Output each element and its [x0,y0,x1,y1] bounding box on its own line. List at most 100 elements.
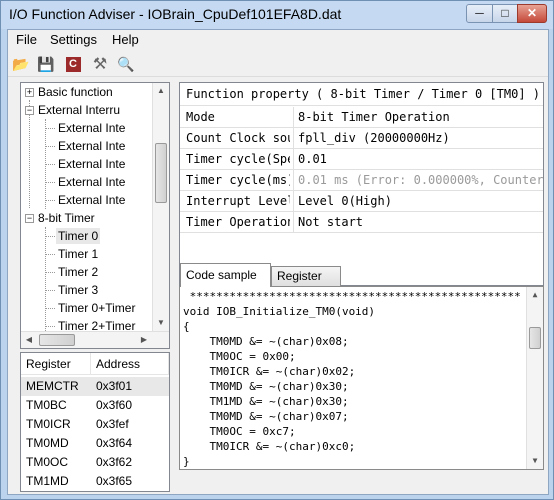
collapse-toggle-icon[interactable]: − [25,214,34,223]
save-disk-icon[interactable]: 💾 [36,54,56,74]
register-address: 0x3f60 [96,398,133,412]
maximize-button[interactable]: □ [492,4,518,23]
property-name: Interrupt Level [186,194,290,208]
tree-item-timer-0[interactable]: Timer 0 [56,228,101,244]
table-row[interactable]: TM0BC 0x3f60 [21,396,169,415]
column-divider [293,107,294,128]
minimize-button[interactable]: ─ [466,4,493,23]
menu-file[interactable]: File [16,32,37,47]
scroll-down-arrow-icon[interactable]: ▼ [527,453,543,469]
tree-item-external-int-2[interactable]: External Inte [58,156,125,172]
scroll-thumb[interactable] [39,334,75,346]
table-row[interactable]: TM0MD 0x3f64 [21,434,169,453]
scroll-down-arrow-icon[interactable]: ▼ [153,315,169,331]
code-line: } [183,455,190,468]
tree-item-external-int-3[interactable]: External Inte [58,174,125,190]
scroll-up-arrow-icon[interactable]: ▲ [153,83,169,99]
tree-item-external-int-0[interactable]: External Inte [58,120,125,136]
register-address: 0x3f01 [96,379,133,393]
collapse-toggle-icon[interactable]: − [25,106,34,115]
scroll-left-arrow-icon[interactable]: ◀ [21,332,37,348]
menu-bar: File Settings Help [8,30,548,50]
tree-guide [45,272,55,273]
property-value[interactable]: Level 0(High) [298,191,543,211]
scroll-up-arrow-icon[interactable]: ▲ [527,287,543,303]
register-address: 0x3fef [96,417,129,431]
function-tree[interactable]: + Basic function − External Interru Exte… [20,82,170,349]
tree-item-timer-1[interactable]: Timer 1 [58,246,98,262]
tree-guide [45,290,55,291]
register-list[interactable]: Register Address MEMCTR 0x3f01 TM0BC 0x3… [20,352,170,492]
table-row[interactable]: TM0ICR 0x3fef [21,415,169,434]
property-row-timer-cycle-spec[interactable]: Timer cycle(Spe 0.01 [180,149,543,170]
tree-horizontal-scrollbar[interactable]: ◀ ▶ [21,331,169,348]
code-line: TM0ICR &= ~(char)0x02; [183,365,356,378]
c-source-icon[interactable]: C [63,54,83,74]
tree-vertical-scrollbar[interactable]: ▲ ▼ [152,83,169,331]
property-name: Mode [186,110,215,124]
tree-item-external-int-1[interactable]: External Inte [58,138,125,154]
menu-help[interactable]: Help [112,32,139,47]
function-property-grid: Function property ( 8-bit Timer / Timer … [179,82,544,286]
scroll-thumb[interactable] [529,327,541,349]
register-name: TM0MD [26,436,69,450]
property-row-mode[interactable]: Mode 8-bit Timer Operation [180,107,543,128]
property-value[interactable]: 0.01 [298,149,543,169]
tree-guide [45,200,55,201]
tree-item-timer-0-plus-1[interactable]: Timer 0+Timer [58,300,135,316]
code-vertical-scrollbar[interactable]: ▲ ▼ [526,287,543,469]
tree-guide [45,146,55,147]
property-value: 0.01 ms (Error: 0.000000%, Counter [298,173,543,187]
property-value[interactable]: 8-bit Timer Operation [298,107,543,127]
property-value[interactable]: fpll_div (20000000Hz) [298,128,543,148]
search-icon[interactable]: 🔍 [116,54,136,74]
table-row[interactable]: MEMCTR 0x3f01 [21,377,169,396]
code-line: ****************************************… [183,290,521,303]
scroll-right-arrow-icon[interactable]: ▶ [136,332,152,348]
tree-guide [45,164,55,165]
register-address: 0x3f65 [96,474,133,488]
column-header-address[interactable]: Address [91,353,169,375]
property-name: Count Clock sou [186,131,290,145]
property-row-timer-operation[interactable]: Timer Operation Not start [180,212,543,233]
code-line: TM0OC = 0xc7; [183,425,296,438]
tab-register[interactable]: Register [271,266,341,287]
column-header-register[interactable]: Register [21,353,91,375]
register-name: MEMCTR [26,379,79,393]
code-line: TM1MD &= ~(char)0x30; [183,395,349,408]
open-folder-icon[interactable]: 📂 [11,54,31,74]
code-line: { [183,320,190,333]
property-name: Timer cycle(ms) [186,173,290,187]
tree-item-timer-2[interactable]: Timer 2 [58,264,98,280]
tree-guide [29,100,30,208]
tree-guide [45,326,55,327]
tree-item-timer-3[interactable]: Timer 3 [58,282,98,298]
menu-settings[interactable]: Settings [50,32,97,47]
tree-item-basic-function[interactable]: Basic function [38,84,113,100]
tab-strip: Code sample Register [179,263,544,287]
property-title: Function property ( 8-bit Timer / Timer … [180,83,543,106]
tree-item-8bit-timer[interactable]: 8-bit Timer [38,210,95,226]
code-line: TM0MD &= ~(char)0x07; [183,410,349,423]
close-button[interactable]: ✕ [517,4,547,23]
code-line: void IOB_Initialize_TM0(void) [183,305,376,318]
property-row-interrupt-level[interactable]: Interrupt Level Level 0(High) [180,191,543,212]
column-divider [293,170,294,191]
property-row-count-clock[interactable]: Count Clock sou fpll_div (20000000Hz) [180,128,543,149]
tree-guide [45,227,46,337]
tools-icon[interactable]: ⚒ [90,54,110,74]
tree-item-external-interrupt[interactable]: External Interru [38,102,120,118]
expand-toggle-icon[interactable]: + [25,88,34,97]
scroll-thumb[interactable] [155,143,167,203]
title-bar[interactable]: I/O Function Adviser - IOBrain_CpuDef101… [1,1,553,29]
tree-item-external-int-4[interactable]: External Inte [58,192,125,208]
tab-code-sample[interactable]: Code sample [180,263,271,287]
register-address: 0x3f62 [96,455,133,469]
property-row-timer-cycle-ms: Timer cycle(ms) 0.01 ms (Error: 0.000000… [180,170,543,191]
property-value[interactable]: Not start [298,212,543,232]
code-sample-view[interactable]: ****************************************… [179,286,544,470]
register-name: TM0OC [26,455,68,469]
register-address: 0x3f64 [96,436,133,450]
table-row[interactable]: TM0OC 0x3f62 [21,453,169,472]
table-row[interactable]: TM1MD 0x3f65 [21,472,169,491]
